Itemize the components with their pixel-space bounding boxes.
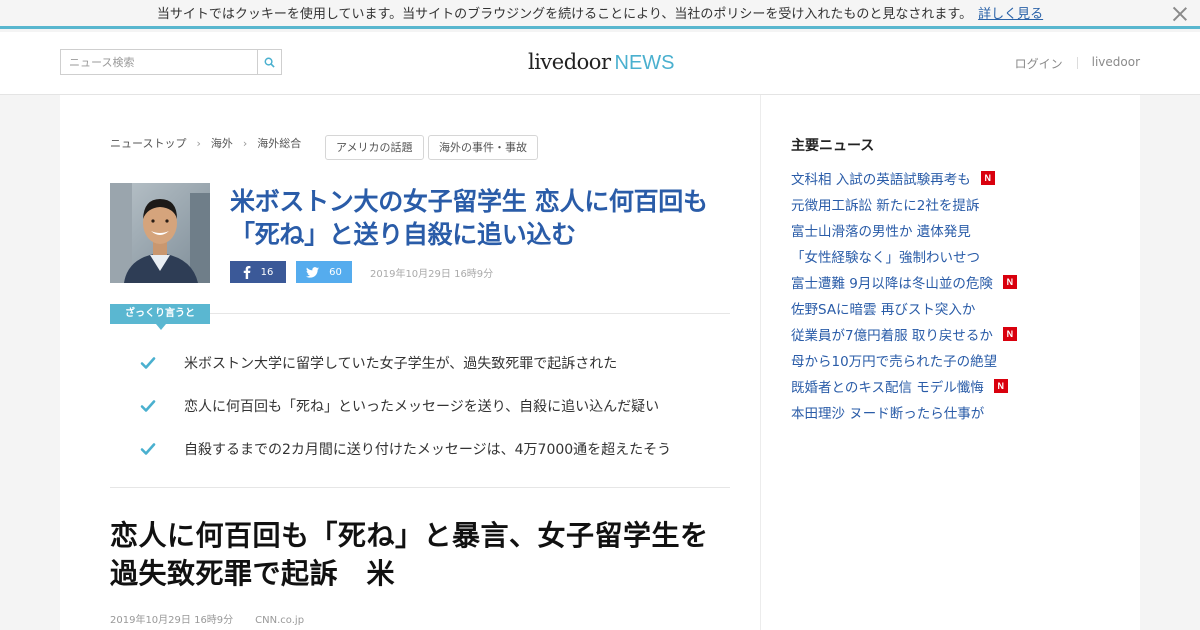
summary-text: 自殺するまでの2カ月間に送り付けたメッセージは、4万7000通を超えたそう <box>184 442 672 458</box>
chevron-right-icon: › <box>196 136 201 150</box>
tag-overseas-incidents[interactable]: 海外の事件・事故 <box>428 135 538 160</box>
person-photo <box>110 183 210 283</box>
cookie-banner: 当サイトではクッキーを使用しています。当サイトのブラウジングを続けることにより、… <box>0 0 1200 29</box>
sidebar-title: 主要ニュース <box>791 138 875 154</box>
new-badge: N <box>1002 327 1017 341</box>
article-headline: 米ボストン大の女子留学生 恋人に何百回も「死ね」と送り自殺に追い込む <box>230 187 708 249</box>
header-nav: ログイン livedoor <box>1015 55 1140 72</box>
article-panel: ニューストップ › 海外 › 海外総合 アメリカの話題 海外の事件・事故 米ボス… <box>60 95 760 630</box>
article-date: 2019年10月29日 16時9分 <box>110 615 234 626</box>
twitter-share-button[interactable]: 60 <box>296 261 352 283</box>
news-item-title: 元徴用工訴訟 新たに2社を提訴 <box>791 198 980 214</box>
new-badge: N <box>1002 275 1017 289</box>
news-item[interactable]: 本田理沙 ヌード断ったら仕事が <box>791 399 1017 425</box>
close-icon[interactable] <box>1172 6 1188 22</box>
summary-text: 恋人に何百回も「死ね」といったメッセージを送り、自殺に追い込んだ疑い <box>184 399 660 415</box>
chevron-right-icon: › <box>242 136 248 150</box>
site-header: livedoorNEWS ログイン livedoor <box>0 32 1200 95</box>
summary-item: 恋人に何百回も「死ね」といったメッセージを送り、自殺に追い込んだ疑い <box>140 396 659 416</box>
news-item[interactable]: 母から10万円で売られた子の絶望 <box>791 347 1017 373</box>
new-badge: N <box>993 379 1008 393</box>
login-link[interactable]: ログイン <box>1015 55 1063 72</box>
divider <box>210 313 730 314</box>
logo-news: NEWS <box>614 52 675 74</box>
search-button[interactable] <box>257 50 281 74</box>
summary-label: ざっくり言うと <box>110 304 210 330</box>
news-item[interactable]: 「女性経験なく」強制わいせつ <box>791 243 1017 269</box>
news-item-title: 既婚者とのキス配信 モデル懺悔 <box>791 380 984 396</box>
news-item-title: 富士遭難 9月以降は冬山並の危険 <box>791 276 993 292</box>
news-item[interactable]: 富士遭難 9月以降は冬山並の危険 N <box>791 269 1017 295</box>
breadcrumb: ニューストップ › 海外 › 海外総合 <box>110 135 301 151</box>
tag-america-topics[interactable]: アメリカの話題 <box>325 135 424 160</box>
news-item[interactable]: 文科相 入試の英語試験再考も N <box>791 165 1017 191</box>
check-icon <box>140 400 156 412</box>
divider <box>110 487 730 488</box>
facebook-icon <box>243 265 251 279</box>
logo-livedoor: livedoor <box>528 50 611 74</box>
news-item[interactable]: 既婚者とのキス配信 モデル懺悔 N <box>791 373 1017 399</box>
publish-date: 2019年10月29日 16時9分 <box>370 269 494 280</box>
article-meta: 2019年10月29日 16時9分 CNN.co.jp <box>110 611 304 626</box>
news-item-title: 文科相 入試の英語試験再考も <box>791 172 971 188</box>
check-icon <box>140 357 156 369</box>
breadcrumb-overseas-general[interactable]: 海外総合 <box>257 135 301 151</box>
news-item-title: 従業員が7億円着服 取り戻せるか <box>791 328 993 344</box>
article-source[interactable]: CNN.co.jp <box>255 615 304 626</box>
search-icon <box>264 57 275 68</box>
news-item-title: 富士山滑落の男性か 遺体発見 <box>791 224 971 240</box>
twitter-share-count: 60 <box>329 266 342 278</box>
news-item[interactable]: 従業員が7億円着服 取り戻せるか N <box>791 321 1017 347</box>
twitter-icon <box>306 266 320 278</box>
search-input[interactable] <box>61 50 257 74</box>
news-item-title: 「女性経験なく」強制わいせつ <box>791 250 980 266</box>
article-thumbnail[interactable] <box>110 183 210 283</box>
news-item[interactable]: 佐野SAに暗雲 再びスト突入か <box>791 295 1017 321</box>
summary-text: 米ボストン大学に留学していた女子学生が、過失致死罪で起訴された <box>184 356 618 372</box>
facebook-share-button[interactable]: 16 <box>230 261 286 283</box>
news-item-title: 母から10万円で売られた子の絶望 <box>791 354 998 370</box>
search-box <box>60 49 282 75</box>
major-news-list: 文科相 入試の英語試験再考も N 元徴用工訴訟 新たに2社を提訴 富士山滑落の男性か … <box>791 165 1017 425</box>
cookie-message: 当サイトではクッキーを使用しています。当サイトのブラウジングを続けることにより、… <box>156 7 973 22</box>
breadcrumb-overseas[interactable]: 海外 <box>211 135 233 151</box>
sidebar: 主要ニュース 文科相 入試の英語試験再考も N 元徴用工訴訟 新たに2社を提訴 富士山… <box>760 95 1140 630</box>
check-icon <box>140 443 156 455</box>
site-logo[interactable]: livedoor NEWS <box>528 50 675 75</box>
nav-divider <box>1076 57 1078 69</box>
facebook-share-count: 16 <box>260 266 274 278</box>
news-item-title: 本田理沙 ヌード断ったら仕事が <box>791 406 985 422</box>
breadcrumb-news-top[interactable]: ニューストップ <box>110 135 186 151</box>
article-title: 恋人に何百回も「死ね」と暴言、女子留学生を過失致死罪で起訴 米 <box>110 519 709 590</box>
summary-item: 米ボストン大学に留学していた女子学生が、過失致死罪で起訴された <box>140 353 617 373</box>
livedoor-link[interactable]: livedoor <box>1092 55 1140 72</box>
news-item[interactable]: 富士山滑落の男性か 遺体発見 <box>791 217 1017 243</box>
new-badge: N <box>980 171 995 185</box>
news-item-title: 佐野SAに暗雲 再びスト突入か <box>791 302 976 318</box>
news-item[interactable]: 元徴用工訴訟 新たに2社を提訴 <box>791 191 1017 217</box>
cookie-details-link[interactable]: 詳しく見る <box>978 7 1043 22</box>
summary-item: 自殺するまでの2カ月間に送り付けたメッセージは、4万7000通を超えたそう <box>140 439 671 459</box>
